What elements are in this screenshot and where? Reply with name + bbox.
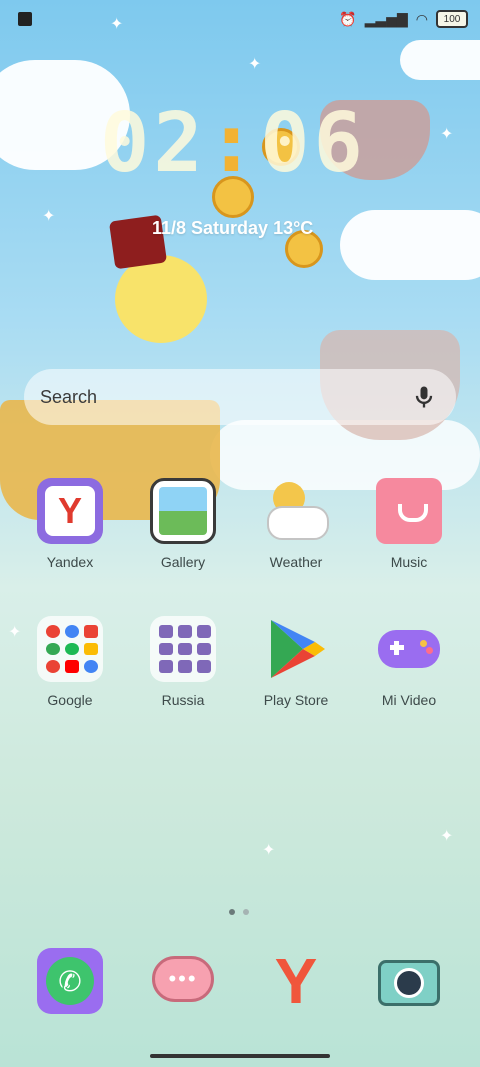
messages-icon: •••	[150, 948, 216, 1014]
app-label: Play Store	[263, 692, 329, 708]
search-placeholder: Search	[40, 386, 98, 407]
battery-icon: 100	[436, 10, 468, 28]
folder-google[interactable]: Google	[15, 616, 125, 708]
battery-level: 100	[443, 13, 461, 25]
clock-hours: 02	[100, 96, 207, 191]
app-label: Gallery	[160, 554, 206, 570]
music-bag-icon	[376, 478, 442, 544]
gamepad-icon	[376, 616, 442, 682]
folder-label: Google	[47, 692, 93, 708]
cloud-right	[340, 210, 480, 280]
status-bar: ⏰ ▂▃▅▇ ◠ 100	[0, 0, 480, 40]
home-gesture-bar[interactable]	[150, 1054, 330, 1058]
clock-colon: :	[206, 96, 261, 191]
app-yandex[interactable]: Y Yandex	[15, 478, 125, 570]
clock-widget[interactable]: 02:06	[100, 96, 367, 191]
clock-minutes: 06	[260, 96, 367, 191]
dock-messages[interactable]: •••	[128, 948, 238, 1014]
sparkle-icon: ✦	[440, 828, 454, 845]
app-play-store[interactable]: Play Store	[241, 616, 351, 708]
cloud-top-right	[400, 40, 480, 80]
page-dot	[243, 909, 249, 915]
yandex-browser-icon: Y	[274, 945, 318, 1017]
app-gallery[interactable]: Gallery	[128, 478, 238, 570]
wifi-icon: ◠	[415, 10, 428, 27]
gallery-icon	[150, 478, 216, 544]
app-label: Weather	[269, 554, 323, 570]
phone-icon: ✆	[37, 948, 103, 1014]
sparkle-icon: ✦	[248, 56, 262, 73]
signal-icon: ▂▃▅▇	[364, 10, 408, 27]
mascot-character	[115, 255, 207, 343]
weather-icon	[263, 478, 329, 544]
sparkle-icon: ✦	[42, 208, 56, 225]
app-label: Music	[390, 554, 428, 570]
app-music[interactable]: Music	[354, 478, 464, 570]
russia-folder-icon	[150, 616, 216, 682]
folder-russia[interactable]: Russia	[128, 616, 238, 708]
play-store-icon	[271, 620, 325, 678]
sparkle-icon: ✦	[262, 842, 276, 859]
microphone-icon[interactable]	[410, 383, 438, 411]
date-weather-line[interactable]: 11/8 Saturday 13°C	[152, 218, 313, 239]
app-label: Yandex	[46, 554, 94, 570]
app-mi-video[interactable]: Mi Video	[354, 616, 464, 708]
dock-yandex-browser[interactable]: Y	[241, 945, 351, 1017]
notification-icon	[18, 12, 32, 26]
alarm-off-icon: ⏰	[339, 10, 357, 27]
app-weather[interactable]: Weather	[241, 478, 351, 570]
folder-label: Russia	[161, 692, 205, 708]
yandex-icon: Y	[37, 478, 103, 544]
page-dot-active	[229, 909, 235, 915]
page-indicator[interactable]	[229, 909, 249, 915]
google-folder-icon	[37, 616, 103, 682]
dock-phone[interactable]: ✆	[15, 948, 125, 1014]
app-label: Mi Video	[381, 692, 437, 708]
sparkle-icon: ✦	[440, 126, 454, 143]
dock-camera[interactable]	[354, 948, 464, 1014]
camera-icon	[376, 948, 442, 1014]
search-bar[interactable]: Search	[24, 369, 456, 425]
